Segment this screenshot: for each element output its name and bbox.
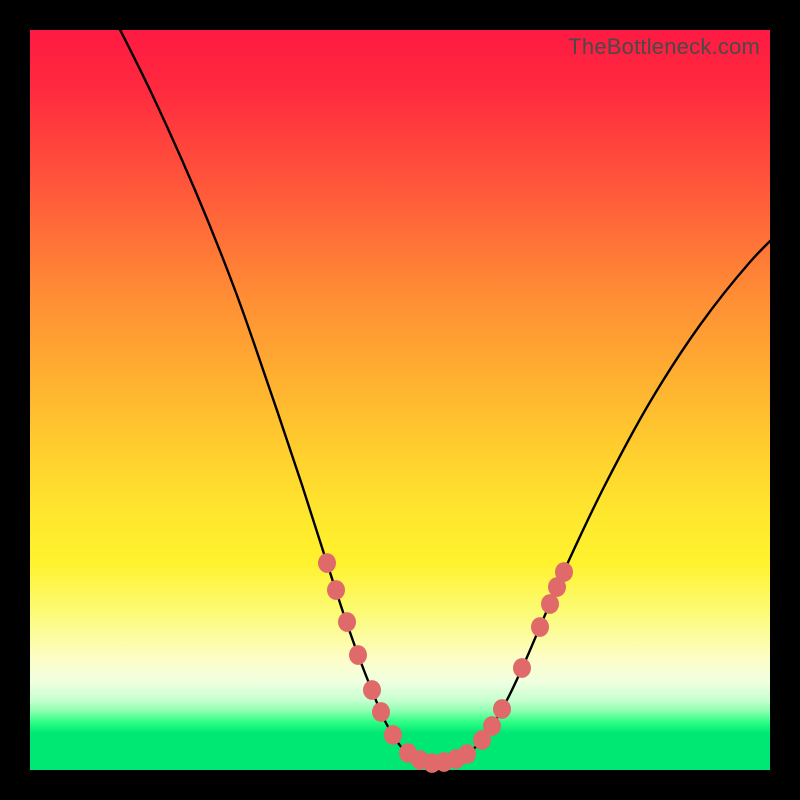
plot-area: TheBottleneck.com (30, 30, 770, 770)
curve-marker (555, 562, 573, 582)
curve-marker (513, 658, 531, 678)
curve-marker (483, 716, 501, 736)
curve-marker (531, 617, 549, 637)
curve-marker (458, 744, 476, 764)
curve-marker (541, 594, 559, 614)
curve-marker (493, 699, 511, 719)
outer-frame: TheBottleneck.com (0, 0, 800, 800)
curve-markers (318, 553, 573, 773)
curve-marker (318, 553, 336, 573)
curve-right-branch (430, 222, 790, 763)
curve-marker (338, 612, 356, 632)
curve-marker (349, 645, 367, 665)
curve-marker (384, 725, 402, 745)
curve-marker (327, 580, 345, 600)
curve-left-branch (110, 10, 430, 763)
curve-marker (372, 702, 390, 722)
curve-svg (30, 30, 770, 770)
curve-marker (363, 680, 381, 700)
